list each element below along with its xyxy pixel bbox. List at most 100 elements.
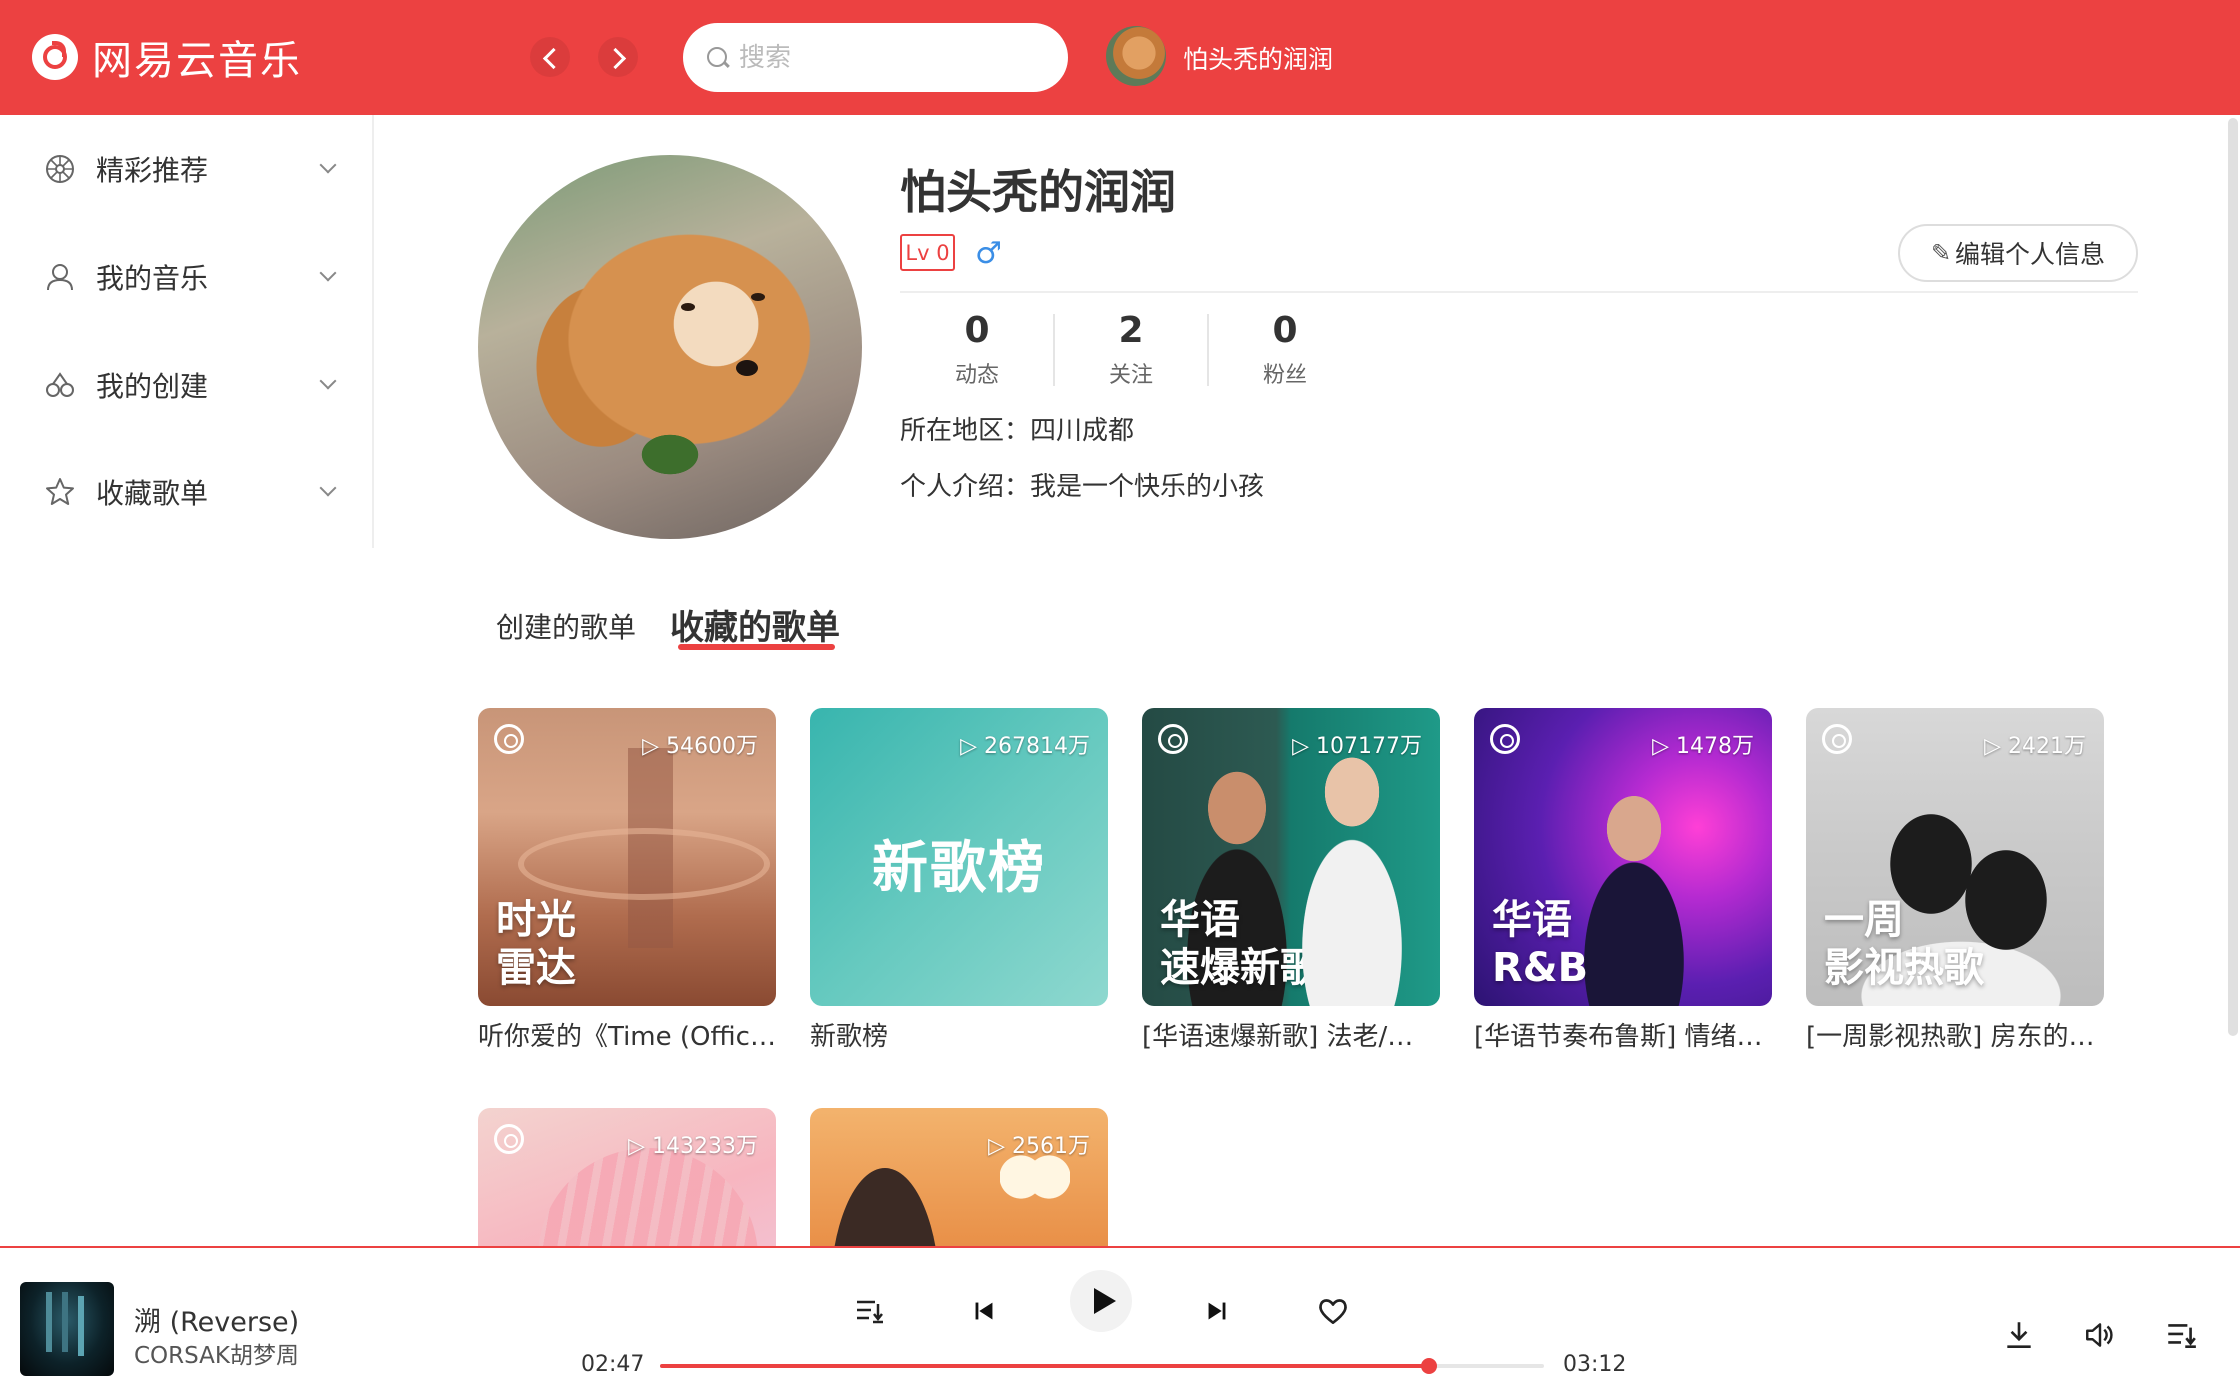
playlist-cover[interactable]: ▷ 267814万 新歌榜 bbox=[810, 708, 1108, 1006]
playlist-card[interactable]: ▷ 2421万 一周 影视热歌 [一周影视热歌] 房东的… bbox=[1806, 708, 2104, 1053]
stat-label: 粉丝 bbox=[1262, 363, 1307, 388]
netease-logo-icon bbox=[1822, 724, 1852, 754]
playlist-caption[interactable]: 听你爱的《Time (Official Audio)》 bbox=[478, 1016, 776, 1053]
sidebar-item-label: 精彩推荐 bbox=[96, 154, 209, 187]
playlist-cover[interactable]: ▷ 1478万 华语 R&B bbox=[1474, 708, 1772, 1006]
top-bar: 网易云音乐 怕头秃的润润 bbox=[0, 0, 2240, 115]
stat-posts[interactable]: 0 动态 bbox=[922, 310, 1032, 389]
netease-logo-icon bbox=[1490, 724, 1520, 754]
profile-name: 怕头秃的润润 bbox=[900, 165, 1176, 219]
sidebar-item-recommend[interactable]: 精彩推荐 bbox=[44, 139, 344, 199]
skip-forward-icon bbox=[1208, 1302, 1226, 1320]
next-track-button[interactable] bbox=[1194, 1288, 1240, 1334]
total-time: 03:12 bbox=[1563, 1352, 1627, 1377]
playlist-caption[interactable]: [华语速爆新歌] 法老/… bbox=[1142, 1016, 1440, 1053]
tab-collected-playlists[interactable]: 收藏的歌单 bbox=[670, 600, 840, 649]
cover-title: 华语 R&B bbox=[1492, 897, 1589, 991]
play-mode-button[interactable] bbox=[846, 1288, 892, 1334]
level-badge: Lv 0 bbox=[900, 234, 955, 271]
play-count: ▷ 143233万 bbox=[628, 1134, 758, 1159]
stat-number: 0 bbox=[964, 310, 990, 351]
user-icon bbox=[47, 264, 73, 291]
search-input[interactable] bbox=[739, 42, 1039, 73]
edit-profile-button[interactable]: ✎ 编辑个人信息 bbox=[1898, 224, 2138, 282]
active-tab-indicator bbox=[678, 644, 835, 650]
playlist-cover[interactable]: ▷ 2421万 一周 影视热歌 bbox=[1806, 708, 2104, 1006]
netease-logo-icon bbox=[1158, 724, 1188, 754]
now-playing-artist[interactable]: CORSAK胡梦周 bbox=[134, 1336, 299, 1370]
playlist-caption[interactable]: 新歌榜 bbox=[810, 1016, 1108, 1053]
now-playing-title[interactable]: 溯 (Reverse) bbox=[134, 1300, 299, 1339]
player-bar: 溯 (Reverse) CORSAK胡梦周 02:47 03:12 bbox=[0, 1246, 2240, 1400]
play-count: ▷ 267814万 bbox=[960, 734, 1090, 759]
playlist-caption[interactable]: [华语节奏布鲁斯] 情绪… bbox=[1474, 1016, 1772, 1053]
progress-fill bbox=[660, 1364, 1429, 1368]
cover-title: 一周 影视热歌 bbox=[1824, 897, 1984, 991]
volume-icon bbox=[2086, 1323, 2113, 1347]
playlist-cover[interactable]: ▷ 107177万 华语 速爆新歌 bbox=[1142, 708, 1440, 1006]
profile-avatar[interactable] bbox=[478, 155, 862, 539]
edit-profile-label: 编辑个人信息 bbox=[1955, 240, 2106, 269]
list-order-icon bbox=[857, 1300, 883, 1324]
play-button[interactable] bbox=[1070, 1270, 1132, 1332]
heart-icon bbox=[1319, 1299, 1347, 1325]
stat-followers[interactable]: 0 粉丝 bbox=[1230, 310, 1340, 389]
playlist-queue-button[interactable] bbox=[2158, 1312, 2204, 1358]
tab-created-playlists[interactable]: 创建的歌单 bbox=[496, 606, 636, 646]
back-button[interactable] bbox=[530, 37, 570, 77]
user-avatar[interactable] bbox=[1106, 26, 1166, 86]
volume-button[interactable] bbox=[2077, 1312, 2123, 1358]
sidebar-item-label: 我的创建 bbox=[96, 370, 209, 403]
netease-logo-icon bbox=[494, 724, 524, 754]
profile-bio: 个人介绍：我是一个快乐的小孩 bbox=[900, 472, 1265, 502]
playlist-card[interactable]: ▷ 54600万 时光雷达 听你爱的《Time (Official Audio)… bbox=[478, 708, 776, 1053]
stat-label: 动态 bbox=[954, 363, 999, 388]
netease-logo-icon bbox=[32, 34, 78, 80]
chevron-down-icon bbox=[319, 372, 337, 390]
progress-bar[interactable] bbox=[660, 1358, 1544, 1374]
search-box[interactable] bbox=[683, 23, 1068, 92]
playlist-cover[interactable]: ▷ 54600万 时光 雷达 bbox=[478, 708, 776, 1006]
sidebar-item-my-creation[interactable]: 我的创建 bbox=[44, 355, 344, 415]
like-button[interactable] bbox=[1310, 1288, 1356, 1334]
previous-track-button[interactable] bbox=[961, 1288, 1007, 1334]
forward-button[interactable] bbox=[598, 37, 638, 77]
cover-title: 时光 雷达 bbox=[496, 897, 576, 991]
play-count: ▷ 107177万 bbox=[1292, 734, 1422, 759]
header-username[interactable]: 怕头秃的润润 bbox=[1183, 40, 1333, 76]
profile-divider bbox=[900, 291, 2138, 293]
cover-title: 华语 速爆新歌 bbox=[1160, 897, 1320, 991]
app-name: 网易云音乐 bbox=[92, 38, 302, 84]
stat-number: 2 bbox=[1118, 310, 1144, 351]
sidebar-item-my-music[interactable]: 我的音乐 bbox=[44, 247, 344, 307]
page-scrollbar[interactable] bbox=[2228, 118, 2238, 1036]
profile-region: 所在地区：四川成都 bbox=[900, 416, 1135, 446]
progress-knob[interactable] bbox=[1420, 1358, 1437, 1374]
stat-number: 0 bbox=[1272, 310, 1298, 351]
download-icon bbox=[2007, 1322, 2031, 1349]
now-playing-album-art[interactable] bbox=[20, 1282, 114, 1376]
glasses-icon bbox=[46, 372, 74, 397]
playlist-card[interactable]: ▷ 107177万 华语 速爆新歌 [华语速爆新歌] 法老/… bbox=[1142, 708, 1440, 1053]
queue-list-icon bbox=[2168, 1324, 2196, 1349]
star-icon bbox=[46, 478, 74, 505]
app-logo[interactable]: 网易云音乐 bbox=[32, 32, 302, 84]
sidebar-item-label: 收藏歌单 bbox=[96, 477, 209, 510]
sidebar-item-collected-playlists[interactable]: 收藏歌单 bbox=[44, 462, 344, 522]
playlist-card[interactable]: ▷ 267814万 新歌榜 新歌榜 bbox=[810, 708, 1108, 1053]
pencil-icon: ✎ bbox=[1930, 239, 1952, 267]
stat-separator bbox=[1053, 314, 1055, 386]
sidebar: 精彩推荐 我的音乐 我的创建 收藏歌单 bbox=[0, 115, 374, 548]
stat-following[interactable]: 2 关注 bbox=[1076, 310, 1186, 389]
skip-back-icon bbox=[975, 1302, 993, 1320]
disc-icon bbox=[46, 155, 74, 183]
search-icon bbox=[705, 45, 731, 71]
chevron-down-icon bbox=[319, 479, 337, 497]
chevron-down-icon bbox=[319, 156, 337, 174]
download-button[interactable] bbox=[1996, 1312, 2042, 1358]
avatar-eye bbox=[751, 293, 765, 301]
sidebar-item-label: 我的音乐 bbox=[96, 262, 209, 295]
current-time: 02:47 bbox=[581, 1352, 645, 1377]
playlist-card[interactable]: ▷ 1478万 华语 R&B [华语节奏布鲁斯] 情绪… bbox=[1474, 708, 1772, 1053]
playlist-caption[interactable]: [一周影视热歌] 房东的… bbox=[1806, 1016, 2104, 1053]
